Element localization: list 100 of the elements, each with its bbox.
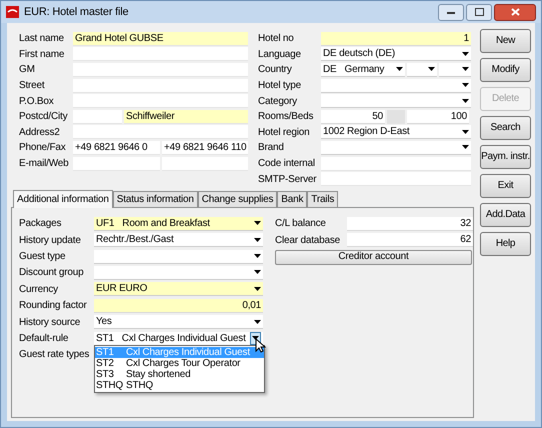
app-icon — [6, 6, 19, 18]
tab[interactable]: Status information — [112, 191, 198, 207]
text-field[interactable] — [73, 78, 248, 93]
field-label: E-mail/Web — [19, 157, 70, 172]
action-button[interactable]: Exit — [480, 174, 531, 198]
dropdown-arrow-icon[interactable] — [254, 286, 261, 291]
number-field[interactable]: 50 — [321, 110, 385, 124]
field-label: C/L balance — [275, 217, 327, 232]
dropdown-option[interactable]: ST3 Stay shortened — [95, 368, 264, 380]
number-field[interactable]: 100 — [407, 110, 469, 124]
dropdown-arrow-icon[interactable] — [396, 67, 403, 72]
value-text: Cxl Charges Individual Guest — [122, 332, 246, 346]
text-field[interactable] — [73, 94, 248, 108]
dropdown-field[interactable]: Rechtr./Best./Gast — [94, 233, 263, 248]
value-text: 100 — [450, 110, 467, 124]
dropdown-field[interactable]: EUR EURO — [94, 282, 263, 296]
value-text: 32 — [460, 216, 471, 231]
tab[interactable]: Bank — [277, 191, 308, 207]
readonly-field — [387, 110, 405, 124]
field-label: Guest rate types — [19, 348, 90, 362]
dropdown-field[interactable] — [407, 62, 437, 77]
dropdown-field[interactable] — [94, 250, 263, 264]
dropdown-arrow-icon[interactable] — [428, 67, 435, 72]
dropdown-arrow-icon[interactable] — [254, 270, 261, 274]
field-label: Last name — [19, 32, 65, 46]
dropdown-arrow-icon[interactable] — [254, 320, 261, 324]
dropdown-arrow-icon[interactable] — [462, 130, 469, 134]
code-text: ST1 — [96, 332, 114, 346]
text-field[interactable] — [162, 156, 248, 171]
field-label: History source — [19, 316, 82, 330]
minimize-button[interactable] — [438, 4, 464, 20]
value-text: +49 6821 9646 0 — [75, 140, 148, 155]
dropdown-arrow-icon[interactable] — [462, 83, 469, 88]
value-text: Schiffweiler — [126, 110, 175, 124]
action-button[interactable]: Paym. instr. — [480, 145, 531, 169]
text-field[interactable] — [73, 125, 248, 140]
field-label: Phone/Fax — [19, 141, 67, 156]
text-field[interactable]: Schiffweiler — [124, 110, 248, 124]
action-button[interactable]: Help — [480, 232, 531, 256]
restore-icon — [474, 8, 484, 16]
tab[interactable]: Additional information — [13, 190, 113, 208]
dropdown-field[interactable]: DE Germany — [321, 62, 405, 77]
field-label: Language — [258, 48, 302, 62]
field-label: Guest type — [19, 250, 66, 264]
dropdown-arrow-icon[interactable] — [462, 67, 469, 72]
text-field[interactable]: +49 6821 9646 0 — [73, 140, 160, 155]
tab[interactable]: Trails — [307, 191, 338, 207]
number-field[interactable]: 0,01 — [94, 298, 263, 313]
value-text: 1002 Region D-East — [323, 125, 410, 140]
close-button[interactable] — [494, 4, 536, 20]
action-button[interactable]: New — [480, 29, 531, 53]
dropdown-field[interactable]: ST1 Cxl Charges Individual Guest — [94, 332, 263, 346]
dropdown-option[interactable]: ST2 Cxl Charges Tour Operator — [95, 358, 264, 369]
action-button[interactable]: Modify — [480, 58, 531, 82]
text-field[interactable] — [321, 172, 471, 186]
field-label: Postcd/City — [19, 110, 68, 124]
text-field[interactable] — [73, 47, 248, 62]
field-label: Rooms/Beds — [258, 110, 314, 124]
number-field[interactable]: 62 — [347, 233, 473, 248]
field-label: SMTP-Server — [258, 172, 318, 187]
dropdown-arrow-icon[interactable] — [462, 145, 469, 150]
dropdown-arrow-icon[interactable] — [254, 238, 261, 242]
field-label: Address2 — [19, 126, 61, 140]
field-label: Default-rule — [19, 332, 70, 346]
dropdown-field[interactable] — [321, 94, 471, 108]
value-text: 50 — [372, 110, 383, 124]
maximize-button[interactable] — [466, 4, 492, 20]
text-field[interactable] — [73, 62, 248, 77]
field-label: Country — [258, 63, 293, 78]
dropdown-arrow-icon[interactable] — [462, 52, 469, 56]
dropdown-field[interactable]: DE deutsch (DE) — [321, 47, 471, 62]
minimize-icon — [447, 10, 455, 14]
field-label: Discount group — [19, 266, 84, 280]
creditor-account-button[interactable]: Creditor account — [275, 250, 472, 265]
dropdown-field[interactable] — [439, 62, 471, 77]
dropdown-arrow-icon[interactable] — [462, 98, 469, 103]
dropdown-field[interactable]: 1002 Region D-East — [321, 125, 471, 140]
value-text: Room and Breakfast — [122, 216, 210, 231]
close-icon — [510, 8, 520, 16]
dropdown-field[interactable]: UF1 Room and Breakfast — [94, 216, 263, 231]
dropdown-field[interactable] — [321, 140, 471, 155]
action-button[interactable]: Add.Data — [480, 203, 531, 227]
action-button[interactable]: Search — [480, 116, 531, 140]
dropdown-option[interactable]: STHQ STHQ — [95, 380, 264, 391]
text-field[interactable] — [321, 156, 471, 171]
field-label: GM — [19, 63, 36, 78]
field-label: P.O.Box — [19, 94, 55, 109]
tab[interactable]: Change supplies — [198, 191, 278, 207]
text-field[interactable]: Grand Hotel GUBSE — [73, 32, 248, 46]
dropdown-field[interactable]: Yes — [94, 315, 263, 330]
dropdown-arrow-icon[interactable] — [254, 221, 261, 226]
dropdown-field[interactable] — [321, 78, 471, 93]
dropdown-arrow-icon[interactable] — [254, 254, 261, 258]
field-label: Category — [258, 94, 298, 109]
text-field[interactable] — [73, 110, 122, 124]
number-field[interactable]: 1 — [321, 32, 471, 46]
dropdown-field[interactable] — [94, 266, 263, 280]
text-field[interactable] — [73, 156, 160, 171]
code-text: UF1 — [96, 216, 114, 231]
number-field[interactable]: 32 — [347, 216, 473, 231]
